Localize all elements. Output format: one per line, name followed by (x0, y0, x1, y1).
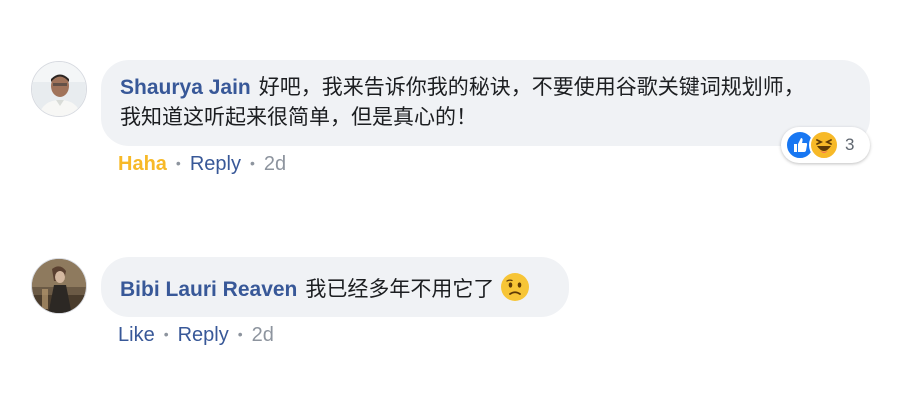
separator-dot: • (237, 326, 243, 342)
reaction-summary[interactable]: 3 (781, 127, 870, 163)
avatar[interactable] (31, 61, 87, 117)
comment-actions: Like • Reply • 2d (118, 324, 274, 347)
separator-dot: • (163, 326, 169, 342)
comment-bubble: Shaurya Jain 好吧，我来告诉你我的秘诀，不要使用谷歌关键词规划师， 我… (101, 60, 870, 146)
haha-reaction-button[interactable]: Haha (118, 153, 167, 175)
like-button[interactable]: Like (118, 324, 155, 346)
avatar-photo-icon (32, 62, 86, 116)
separator-dot: • (249, 155, 255, 171)
avatar-photo-icon (32, 259, 86, 313)
comment-text-line-1: 好吧，我来告诉你我的秘诀，不要使用谷歌关键词规划师， (258, 76, 805, 99)
separator-dot: • (175, 155, 181, 171)
comment-author[interactable]: Bibi Lauri Reaven (120, 278, 297, 301)
comment-timestamp[interactable]: 2d (252, 324, 274, 346)
comment-actions: Haha • Reply • 2d (118, 153, 286, 176)
haha-icon (809, 130, 839, 160)
comment-author[interactable]: Shaurya Jain (120, 76, 251, 99)
comment-text: 我已经多年不用它了 (305, 278, 495, 301)
comment-timestamp[interactable]: 2d (264, 153, 286, 175)
comment-text-line-2: 我知道这听起来很简单，但是真心的！ (120, 106, 477, 129)
comment-bubble: Bibi Lauri Reaven 我已经多年不用它了 (101, 257, 569, 317)
reply-button[interactable]: Reply (190, 153, 241, 175)
confused-face-icon (500, 272, 530, 311)
reply-button[interactable]: Reply (178, 324, 229, 346)
reaction-count: 3 (845, 135, 855, 154)
avatar[interactable] (31, 258, 87, 314)
